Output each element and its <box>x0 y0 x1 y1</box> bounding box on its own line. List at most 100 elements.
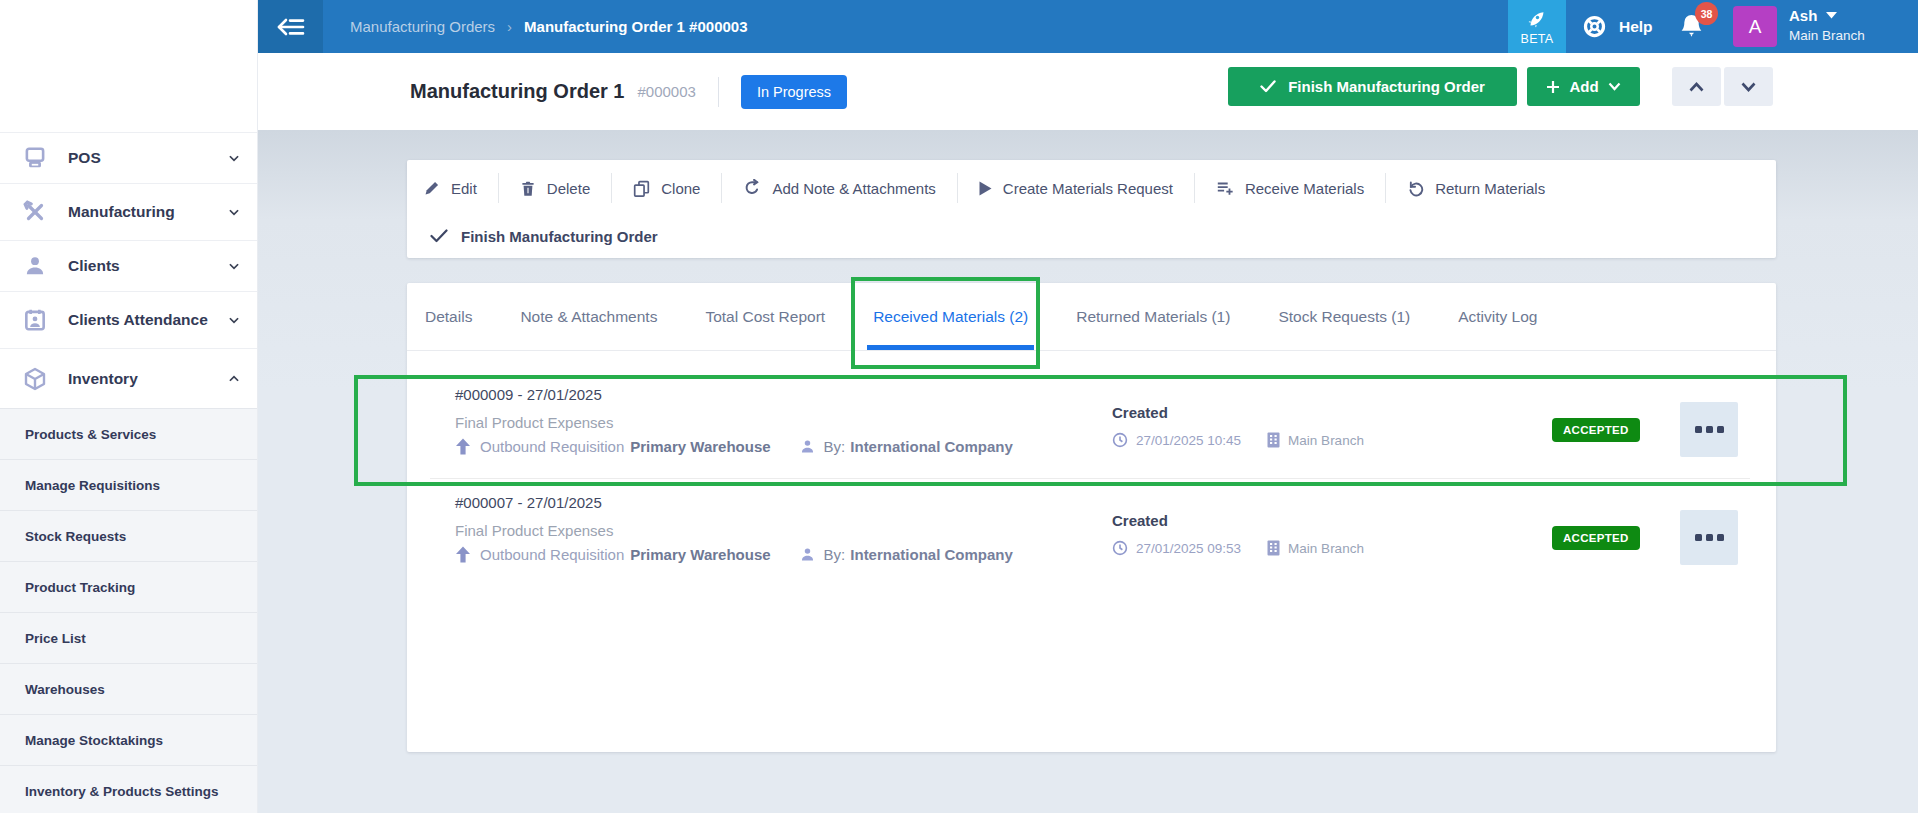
record-branch: Main Branch <box>1288 541 1364 556</box>
copy-icon <box>633 180 650 197</box>
sidebar-subitem-product-tracking[interactable]: Product Tracking <box>0 561 257 612</box>
row-actions-button[interactable] <box>1680 402 1738 457</box>
record-warehouse: Primary Warehouse <box>630 438 770 455</box>
sidebar-subitem-inventory-products-settings[interactable]: Inventory & Products Settings <box>0 765 257 813</box>
avatar[interactable]: A <box>1733 6 1777 47</box>
record-event: Created <box>1112 404 1168 421</box>
sidebar: POS Manufacturing Clients Clients Attend… <box>0 0 258 813</box>
record-company: International Company <box>850 438 1013 455</box>
sidebar-subitem-manage-stocktakings[interactable]: Manage Stocktakings <box>0 714 257 765</box>
main-content: Edit Delete Clone Add Note & Attachments… <box>258 130 1918 813</box>
arrow-up-icon <box>455 438 471 455</box>
user-menu[interactable]: Ash Main Branch <box>1789 7 1865 43</box>
breadcrumb: Manufacturing Orders › Manufacturing Ord… <box>350 0 748 53</box>
add-button-label: Add <box>1569 78 1598 95</box>
collapse-sidebar-button[interactable] <box>258 0 323 53</box>
sidebar-item-inventory[interactable]: Inventory <box>0 348 257 408</box>
status-badge-accepted: ACCEPTED <box>1552 418 1640 442</box>
calendar-person-icon <box>22 307 49 333</box>
receive-materials-label: Receive Materials <box>1245 180 1364 197</box>
caret-down-icon <box>1826 12 1837 19</box>
person-icon <box>22 253 49 279</box>
received-material-row[interactable]: #000007 - 27/01/2025 Final Product Expen… <box>407 479 1776 587</box>
sidebar-subitem-label: Manage Stocktakings <box>25 733 163 748</box>
add-button[interactable]: Add <box>1527 67 1640 106</box>
add-note-attachments-button[interactable]: Add Note & Attachments <box>743 179 935 197</box>
collapse-sidebar-icon <box>276 17 306 37</box>
record-event: Created <box>1112 512 1168 529</box>
sidebar-item-pos[interactable]: POS <box>0 132 257 183</box>
divider <box>957 173 958 203</box>
breadcrumb-parent-link[interactable]: Manufacturing Orders <box>350 18 495 35</box>
status-badge[interactable]: In Progress <box>741 75 847 109</box>
tab-note-attachments[interactable]: Note & Attachments <box>520 283 657 350</box>
receive-materials-button[interactable]: Receive Materials <box>1216 179 1364 197</box>
sidebar-subitem-products-services[interactable]: Products & Services <box>0 408 257 459</box>
received-material-row[interactable]: #000009 - 27/01/2025 Final Product Expen… <box>407 371 1776 479</box>
row-actions-button[interactable] <box>1680 510 1738 565</box>
sidebar-subitem-label: Stock Requests <box>25 529 126 544</box>
tab-received-materials[interactable]: Received Materials (2) <box>873 283 1028 350</box>
next-record-button[interactable] <box>1724 67 1773 106</box>
chevron-down-icon <box>1608 82 1621 91</box>
record-timestamp: 27/01/2025 09:53 <box>1136 541 1241 556</box>
user-name: Ash <box>1789 7 1817 24</box>
sidebar-item-label: Clients Attendance <box>68 311 227 329</box>
delete-button[interactable]: Delete <box>520 180 590 197</box>
sidebar-item-label: Clients <box>68 257 227 275</box>
tab-label: Returned Materials (1) <box>1076 308 1230 326</box>
return-materials-button[interactable]: Return Materials <box>1407 180 1545 197</box>
sidebar-item-clients[interactable]: Clients <box>0 240 257 291</box>
clone-button[interactable]: Clone <box>633 180 700 197</box>
sidebar-subitem-label: Inventory & Products Settings <box>25 784 219 799</box>
sidebar-subitem-label: Product Tracking <box>25 580 135 595</box>
tab-label: Total Cost Report <box>705 308 825 326</box>
create-materials-request-button[interactable]: Create Materials Request <box>979 180 1173 197</box>
divider <box>1194 173 1195 203</box>
tab-activity-log[interactable]: Activity Log <box>1458 283 1537 350</box>
sidebar-subitem-warehouses[interactable]: Warehouses <box>0 663 257 714</box>
tab-details[interactable]: Details <box>425 283 472 350</box>
play-icon <box>979 181 992 196</box>
received-materials-list: #000009 - 27/01/2025 Final Product Expen… <box>407 351 1776 587</box>
beta-label: BETA <box>1521 32 1554 46</box>
pos-terminal-icon <box>22 145 49 171</box>
edit-label: Edit <box>451 180 477 197</box>
sidebar-item-label: POS <box>68 149 227 167</box>
top-navigation-bar: Manufacturing Orders › Manufacturing Ord… <box>258 0 1918 53</box>
sidebar-item-manufacturing[interactable]: Manufacturing <box>0 183 257 240</box>
tab-returned-materials[interactable]: Returned Materials (1) <box>1076 283 1230 350</box>
building-icon <box>1267 540 1280 556</box>
tab-stock-requests[interactable]: Stock Requests (1) <box>1278 283 1410 350</box>
finish-button-label: Finish Manufacturing Order <box>1288 78 1485 95</box>
sidebar-subitem-label: Manage Requisitions <box>25 478 160 493</box>
rocket-icon <box>1526 8 1548 30</box>
edit-button[interactable]: Edit <box>423 180 477 197</box>
divider <box>1385 173 1386 203</box>
order-number: #000003 <box>637 83 695 100</box>
record-warehouse: Primary Warehouse <box>630 546 770 563</box>
sidebar-subitem-stock-requests[interactable]: Stock Requests <box>0 510 257 561</box>
tab-label: Stock Requests (1) <box>1278 308 1410 326</box>
previous-record-button[interactable] <box>1672 67 1721 106</box>
record-direction: Outbound Requisition <box>480 438 624 455</box>
record-direction: Outbound Requisition <box>480 546 624 563</box>
add-note-label: Add Note & Attachments <box>772 180 935 197</box>
chevron-up-icon <box>1689 82 1704 92</box>
finish-manufacturing-order-action[interactable]: Finish Manufacturing Order <box>407 216 1776 256</box>
actions-card: Edit Delete Clone Add Note & Attachments… <box>407 160 1776 258</box>
delete-label: Delete <box>547 180 590 197</box>
tab-total-cost-report[interactable]: Total Cost Report <box>705 283 825 350</box>
help-button[interactable]: Help <box>1582 0 1653 53</box>
tab-bar: Details Note & Attachments Total Cost Re… <box>407 283 1776 351</box>
sidebar-subitem-price-list[interactable]: Price List <box>0 612 257 663</box>
sidebar-item-clients-attendance[interactable]: Clients Attendance <box>0 291 257 348</box>
beta-badge[interactable]: BETA <box>1508 0 1566 53</box>
pencil-icon <box>423 180 440 197</box>
arrow-up-icon <box>455 546 471 563</box>
chevron-down-icon <box>227 151 241 165</box>
record-type: Final Product Expenses <box>455 414 613 431</box>
finish-manufacturing-order-button[interactable]: Finish Manufacturing Order <box>1228 67 1517 106</box>
sidebar-subitem-manage-requisitions[interactable]: Manage Requisitions <box>0 459 257 510</box>
record-company: International Company <box>850 546 1013 563</box>
